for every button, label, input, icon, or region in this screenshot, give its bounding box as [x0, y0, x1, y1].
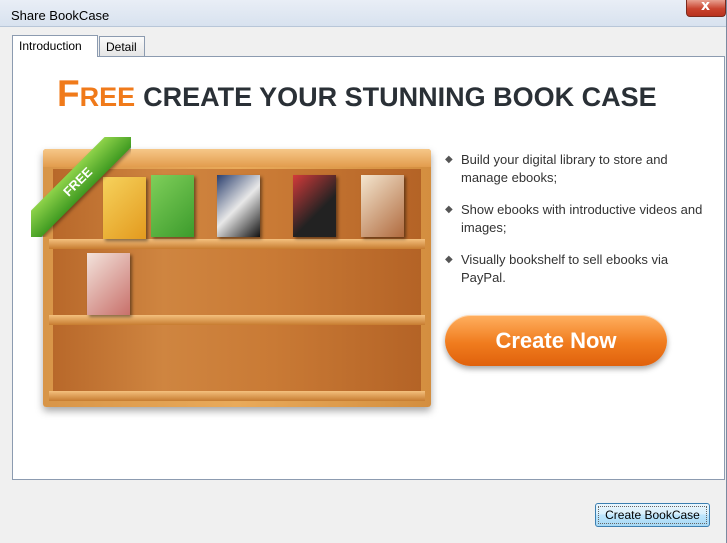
headline: FREE CREATE YOUR STUNNING BOOK CASE	[57, 73, 657, 115]
close-icon: x	[701, 0, 711, 14]
shelf-board	[49, 239, 425, 249]
feature-text: Build your digital library to store and …	[461, 152, 668, 185]
shelf-board	[49, 391, 425, 401]
diamond-bullet-icon: ◆	[445, 254, 453, 265]
shelf-board	[49, 315, 425, 325]
book-cover	[217, 175, 260, 237]
create-now-button[interactable]: Create Now	[445, 315, 667, 366]
book-cover	[361, 175, 404, 237]
diamond-bullet-icon: ◆	[445, 154, 453, 165]
feature-item: ◆ Visually bookshelf to sell ebooks via …	[445, 251, 715, 287]
create-bookcase-button[interactable]: Create BookCase	[595, 503, 710, 527]
ribbon-label: FREE	[60, 164, 96, 200]
title-bar: Share BookCase x	[0, 0, 726, 27]
book-cover	[151, 175, 194, 237]
tab-detail[interactable]: Detail	[99, 36, 145, 57]
feature-text: Visually bookshelf to sell ebooks via Pa…	[461, 252, 669, 285]
free-ribbon: FREE	[31, 137, 131, 237]
dialog-footer: Create BookCase	[12, 482, 725, 543]
shelf-compartment	[53, 325, 421, 393]
feature-text: Show ebooks with introductive videos and…	[461, 202, 703, 235]
focus-rectangle	[598, 506, 707, 524]
feature-item: ◆ Show ebooks with introductive videos a…	[445, 201, 715, 237]
tab-introduction[interactable]: Introduction	[12, 35, 98, 57]
introduction-panel: FREECREATE YOUR STUNNING BOOK CASE FREE	[12, 56, 725, 480]
feature-list: ◆ Build your digital library to store an…	[445, 151, 715, 301]
share-bookcase-window: Share BookCase x Introduction Detail FRE…	[0, 0, 727, 543]
window-title: Share BookCase	[11, 8, 110, 23]
close-button[interactable]: x	[686, 0, 726, 17]
book-cover	[293, 175, 336, 237]
headline-rest: CREATE YOUR STUNNING BOOK CASE	[143, 82, 657, 112]
bookshelf-illustration: FREE	[31, 137, 431, 407]
feature-item: ◆ Build your digital library to store an…	[445, 151, 715, 187]
headline-first-letter: F	[57, 73, 80, 114]
book-cover	[87, 253, 130, 315]
headline-first-rest: REE	[79, 82, 136, 112]
diamond-bullet-icon: ◆	[445, 204, 453, 215]
